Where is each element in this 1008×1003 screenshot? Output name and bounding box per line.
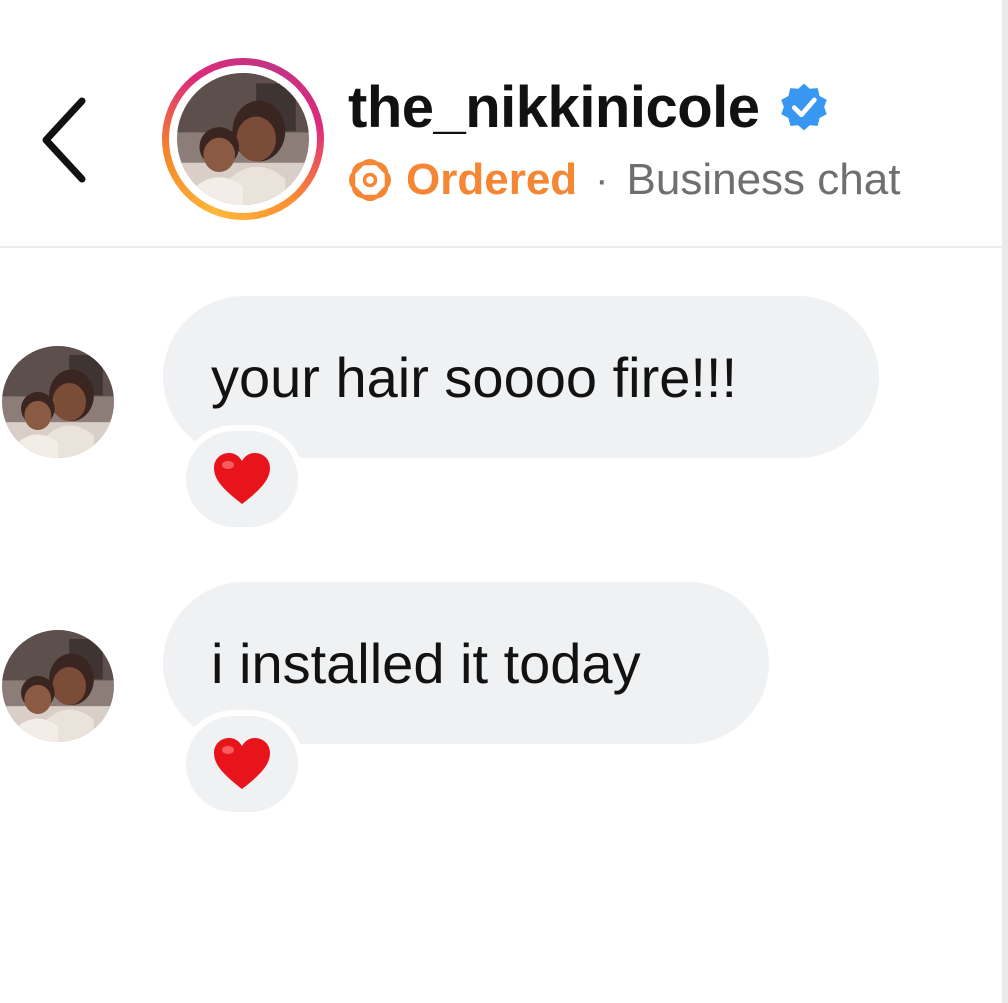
username[interactable]: the_nikkinicole: [348, 74, 760, 141]
edge-strip: [1002, 0, 1008, 1003]
message-row: your hair soooo fire!!!: [0, 296, 1002, 536]
order-status-icon: [349, 159, 391, 201]
order-status-label[interactable]: Ordered: [406, 155, 577, 205]
sender-avatar[interactable]: [2, 346, 114, 458]
avatar-photo: [177, 73, 309, 205]
sender-avatar[interactable]: [2, 630, 114, 742]
chevron-left-icon: [42, 97, 86, 183]
red-heart-icon: [214, 453, 270, 504]
chat-screen: the_nikkinicole Ordered · Business chat: [0, 0, 1008, 1003]
chat-header: the_nikkinicole Ordered · Business chat: [0, 0, 1002, 248]
red-heart-icon: [214, 738, 270, 789]
message-row: i installed it today: [0, 582, 1002, 822]
chat-type-label: Business chat: [626, 155, 901, 204]
back-button[interactable]: [36, 95, 96, 185]
reaction-heart[interactable]: [180, 710, 304, 818]
reaction-heart[interactable]: [180, 425, 304, 533]
separator-dot: ·: [595, 157, 609, 202]
profile-avatar[interactable]: [162, 58, 324, 220]
verified-badge-icon: [780, 83, 827, 131]
